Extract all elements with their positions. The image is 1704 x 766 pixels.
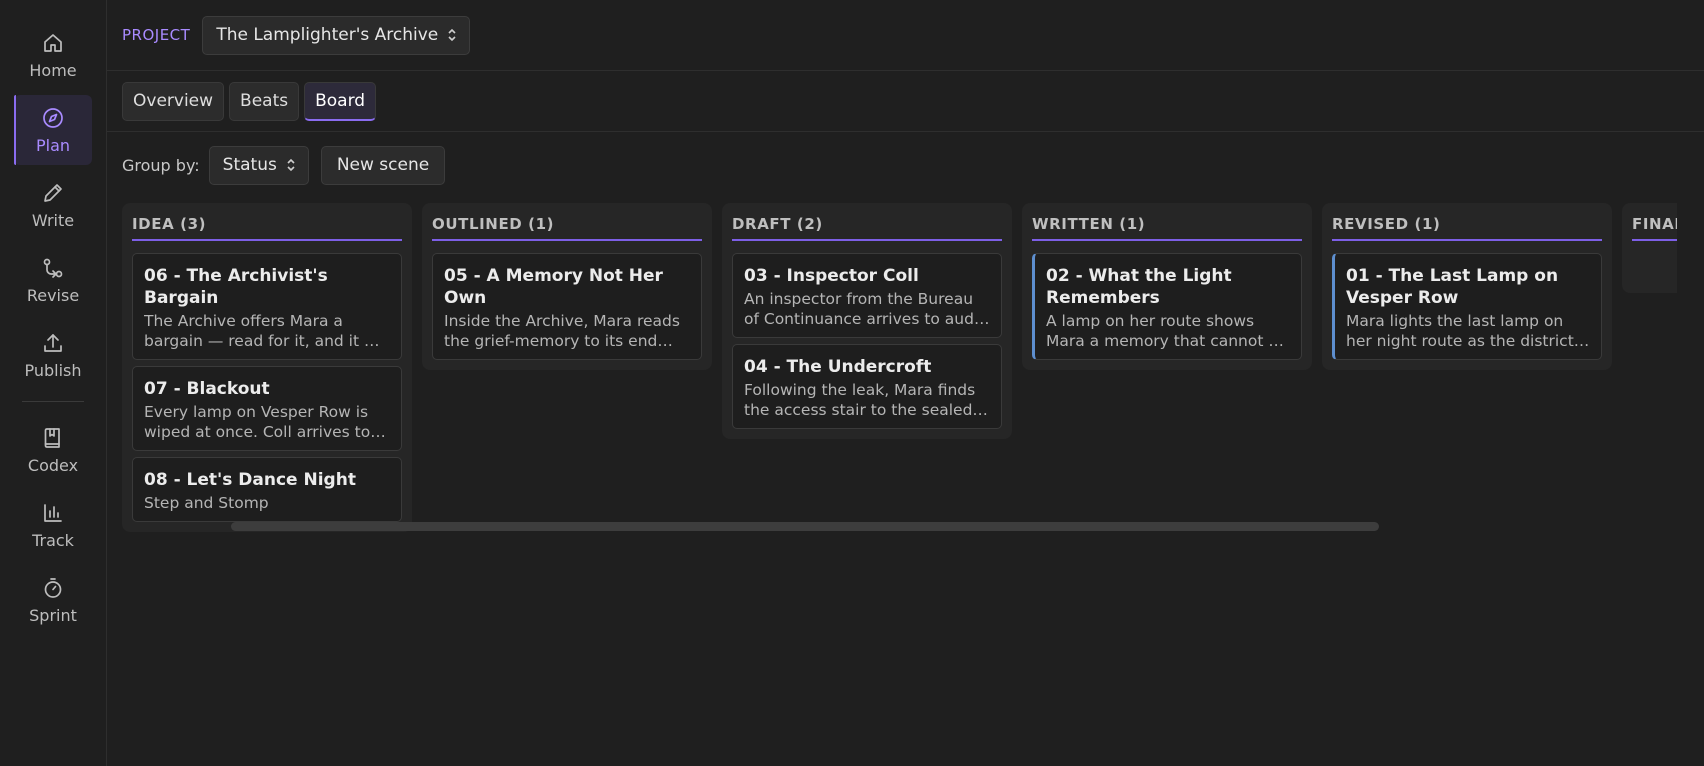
scene-card[interactable]: 06 - The Archivist's Bargain The Archive… xyxy=(132,253,402,360)
horizontal-scrollbar[interactable] xyxy=(231,522,1379,531)
kanban-board: IDEA (3) 06 - The Archivist's Bargain Th… xyxy=(122,203,1677,532)
home-icon xyxy=(44,33,62,52)
scene-summary: Following the leak, Mara finds the acces… xyxy=(744,381,988,419)
board-viewport: IDEA (3) 06 - The Archivist's Bargain Th… xyxy=(122,203,1677,533)
scene-card[interactable]: 07 - Blackout Every lamp on Vesper Row i… xyxy=(132,366,402,451)
sidebar: Home Plan Write Revise Publish Codex Tra… xyxy=(0,0,107,766)
scene-summary: A lamp on her route shows Mara a memory … xyxy=(1046,312,1288,350)
sidebar-item-label: Home xyxy=(29,60,77,80)
scene-title: 08 - Let's Dance Night xyxy=(144,470,356,490)
main-content: PROJECT The Lamplighter's Archive Overvi… xyxy=(107,0,1704,766)
scene-summary: The Archive offers Mara a bargain — read… xyxy=(144,312,390,350)
sidebar-divider xyxy=(22,401,84,402)
column-header: DRAFT (2) xyxy=(732,203,1002,241)
sidebar-item-label: Write xyxy=(31,210,75,230)
column-outlined: OUTLINED (1) 05 - A Memory Not Her Own I… xyxy=(422,203,712,370)
sidebar-item-revise[interactable]: Revise xyxy=(14,245,92,315)
project-selector[interactable]: The Lamplighter's Archive xyxy=(202,15,471,55)
project-label: PROJECT xyxy=(122,26,191,44)
bar-chart-icon xyxy=(44,503,62,522)
scene-title: 05 - A Memory Not Her Own xyxy=(444,266,663,308)
scene-card[interactable]: 01 - The Last Lamp on Vesper Row Mara li… xyxy=(1332,253,1602,360)
sidebar-item-label: Publish xyxy=(24,360,82,380)
chevron-up-down-icon xyxy=(447,27,457,43)
sidebar-item-sprint[interactable]: Sprint xyxy=(14,565,92,635)
column-header: WRITTEN (1) xyxy=(1032,203,1302,241)
scene-summary: Mara lights the last lamp on her night r… xyxy=(1346,312,1574,350)
project-name: The Lamplighter's Archive xyxy=(216,25,439,45)
stopwatch-icon xyxy=(44,577,62,598)
scene-title: 03 - Inspector Coll xyxy=(744,266,919,286)
scene-title: 06 - The Archivist's Bargain xyxy=(144,266,328,308)
tab-overview[interactable]: Overview xyxy=(122,81,225,121)
sidebar-item-label: Track xyxy=(32,530,74,550)
group-by-select[interactable]: Status xyxy=(208,145,309,185)
group-by-value: Status xyxy=(222,155,277,175)
pencil-icon xyxy=(44,183,62,202)
new-scene-button[interactable]: New scene xyxy=(320,145,446,185)
scene-summary: An inspector from the Bureau of Continua… xyxy=(744,290,985,328)
compass-icon xyxy=(43,107,63,128)
scene-title: 07 - Blackout xyxy=(144,379,270,399)
git-branch-icon xyxy=(43,258,63,278)
scene-title: 01 - The Last Lamp on Vesper Row xyxy=(1346,266,1559,308)
tab-beats[interactable]: Beats xyxy=(229,81,300,121)
group-by-label: Group by: xyxy=(122,155,200,175)
column-written: WRITTEN (1) 02 - What the Light Remember… xyxy=(1022,203,1312,370)
column-header: REVISED (1) xyxy=(1332,203,1602,241)
tab-board[interactable]: Board xyxy=(304,81,377,121)
sidebar-item-label: Codex xyxy=(27,455,79,475)
tab-bar: Overview Beats Board xyxy=(107,71,1704,132)
scene-card[interactable]: 05 - A Memory Not Her Own Inside the Arc… xyxy=(432,253,702,360)
column-idea: IDEA (3) 06 - The Archivist's Bargain Th… xyxy=(122,203,412,532)
book-icon xyxy=(44,427,60,448)
column-draft: DRAFT (2) 03 - Inspector Coll An inspect… xyxy=(722,203,1012,439)
scene-summary: Inside the Archive, Mara reads the grief… xyxy=(444,312,680,350)
project-header: PROJECT The Lamplighter's Archive xyxy=(107,0,1704,71)
chevron-up-down-icon xyxy=(286,157,296,173)
column-revised: REVISED (1) 01 - The Last Lamp on Vesper… xyxy=(1322,203,1612,370)
sidebar-item-plan[interactable]: Plan xyxy=(14,95,92,165)
column-header: OUTLINED (1) xyxy=(432,203,702,241)
board-toolbar: Group by: Status New scene xyxy=(107,132,1704,198)
scene-summary: Step and Stomp xyxy=(144,494,269,512)
sidebar-item-label: Sprint xyxy=(29,605,77,625)
sidebar-item-publish[interactable]: Publish xyxy=(14,320,92,390)
column-final: FINAL xyxy=(1622,203,1677,293)
scene-card[interactable]: 08 - Let's Dance Night Step and Stomp xyxy=(132,457,402,522)
scene-card[interactable]: 02 - What the Light Remembers A lamp on … xyxy=(1032,253,1302,360)
upload-icon xyxy=(44,333,62,352)
scene-title: 04 - The Undercroft xyxy=(744,357,932,377)
sidebar-item-codex[interactable]: Codex xyxy=(14,415,92,485)
sidebar-item-write[interactable]: Write xyxy=(14,170,92,240)
scene-card[interactable]: 04 - The Undercroft Following the leak, … xyxy=(732,344,1002,429)
scene-title: 02 - What the Light Remembers xyxy=(1046,266,1232,308)
column-header: IDEA (3) xyxy=(132,203,402,241)
scene-card[interactable]: 03 - Inspector Coll An inspector from th… xyxy=(732,253,1002,338)
sidebar-item-home[interactable]: Home xyxy=(14,20,92,90)
sidebar-item-label: Plan xyxy=(35,135,71,155)
column-header: FINAL xyxy=(1632,203,1677,241)
sidebar-item-track[interactable]: Track xyxy=(14,490,92,560)
scene-summary: Every lamp on Vesper Row is wiped at onc… xyxy=(144,403,385,441)
sidebar-item-label: Revise xyxy=(26,285,80,305)
